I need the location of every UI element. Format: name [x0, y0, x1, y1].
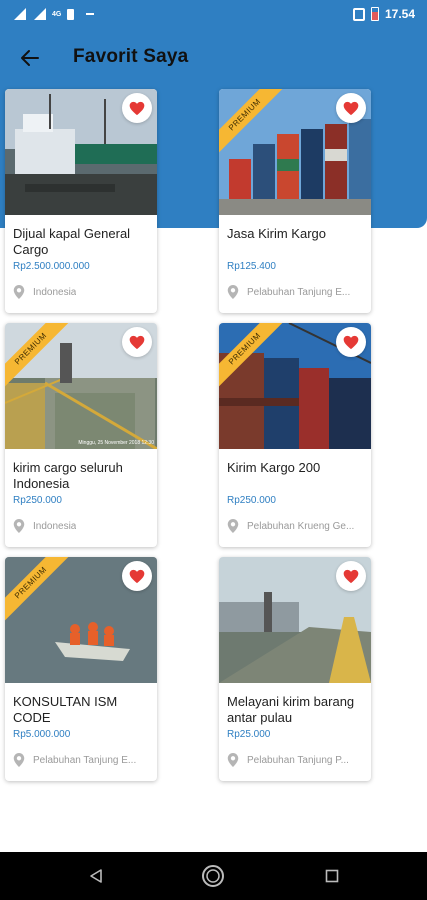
nav-back-icon — [90, 869, 102, 883]
status-right: 17.54 — [352, 7, 415, 21]
listing-price: Rp250.000 — [227, 495, 276, 506]
listing-price: Rp25.000 — [227, 729, 271, 740]
listing-title: Jasa Kirim Kargo — [227, 226, 326, 241]
arrow-left-icon — [21, 50, 39, 66]
status-left: 4G — [12, 8, 95, 20]
signal-icon-2 — [32, 8, 46, 20]
favorite-button[interactable] — [122, 327, 152, 357]
location-pin-icon — [227, 519, 239, 533]
listing-price: Rp250.000 — [13, 495, 62, 506]
listing-photo: PREMIUM — [5, 557, 157, 683]
battery-icon — [370, 7, 379, 21]
location-text: Pelabuhan Krueng Ge... — [247, 520, 355, 532]
listing-card[interactable]: PREMIUM Jasa Kirim Kargo Rp125.400 Pelab… — [219, 89, 371, 313]
system-navigation-bar — [0, 852, 427, 900]
listing-photo: PREMIUM — [219, 323, 371, 449]
listing-card[interactable]: PREMIUM KONSULTAN ISM CODE Rp5.000.000 P… — [5, 557, 157, 781]
listing-location: Pelabuhan Tanjung E... — [13, 753, 153, 767]
nav-recents-icon — [325, 869, 339, 883]
listing-card[interactable]: PREMIUM Minggu, 25 November 2018 12:30 k… — [5, 323, 157, 547]
signal-icon — [12, 8, 26, 20]
vibrate-icon — [352, 7, 365, 21]
status-time: 17.54 — [384, 7, 415, 21]
location-text: Indonesia — [33, 286, 77, 298]
favorite-button[interactable] — [122, 561, 152, 591]
listing-title: Kirim Kargo 200 — [227, 460, 321, 475]
favorite-button[interactable] — [336, 327, 366, 357]
listing-photo — [219, 557, 371, 683]
location-pin-icon — [13, 753, 25, 767]
listing-card[interactable]: PREMIUM Kirim Kargo 200 Rp250.000 Pelabu… — [219, 323, 371, 547]
heart-icon — [129, 569, 145, 583]
minus-icon — [86, 13, 95, 15]
nav-home-icon — [202, 865, 224, 887]
location-text: Pelabuhan Tanjung E... — [33, 754, 137, 766]
app-bar: Favorit Saya — [0, 38, 427, 78]
back-button[interactable] — [16, 44, 44, 72]
favorite-button[interactable] — [336, 93, 366, 123]
photo-timestamp: Minggu, 25 November 2018 12:30 — [78, 440, 154, 446]
listing-card[interactable]: Dijual kapal General Cargo Rp2.500.000.0… — [5, 89, 157, 313]
listing-title: kirim cargo seluruh Indonesia — [13, 460, 123, 491]
listing-price: Rp2.500.000.000 — [13, 261, 90, 272]
favorites-screen: 4G 17.54 Favorit Saya Dijual kapal Gener… — [0, 0, 427, 900]
listing-location: Indonesia — [13, 519, 153, 533]
listing-photo — [5, 89, 157, 215]
nav-recents-button[interactable] — [320, 864, 344, 888]
favorite-button[interactable] — [336, 561, 366, 591]
heart-icon — [343, 569, 359, 583]
listing-location: Pelabuhan Krueng Ge... — [227, 519, 367, 533]
location-text: Pelabuhan Tanjung E... — [247, 286, 351, 298]
small-battery-icon — [67, 8, 75, 20]
heart-icon — [343, 101, 359, 115]
location-text: Pelabuhan Tanjung P... — [247, 754, 349, 766]
listing-card[interactable]: Melayani kirim barang antar pulau Rp25.0… — [219, 557, 371, 781]
listing-title: Melayani kirim barang antar pulau — [227, 694, 355, 725]
nav-back-button[interactable] — [84, 864, 108, 888]
heart-icon — [343, 335, 359, 349]
heart-icon — [129, 101, 145, 115]
location-pin-icon — [13, 285, 25, 299]
network-type: 4G — [52, 10, 62, 18]
listing-photo: PREMIUM — [219, 89, 371, 215]
listing-price: Rp5.000.000 — [13, 729, 71, 740]
page-title: Favorit Saya — [73, 46, 189, 67]
listing-location: Pelabuhan Tanjung P... — [227, 753, 367, 767]
listing-title: Dijual kapal General Cargo — [13, 226, 131, 257]
listing-photo: PREMIUM Minggu, 25 November 2018 12:30 — [5, 323, 157, 449]
favorite-button[interactable] — [122, 93, 152, 123]
status-bar: 4G 17.54 — [0, 0, 427, 30]
listing-title: KONSULTAN ISM CODE — [13, 694, 118, 725]
listing-location: Indonesia — [13, 285, 153, 299]
heart-icon — [129, 335, 145, 349]
location-pin-icon — [13, 519, 25, 533]
location-pin-icon — [227, 753, 239, 767]
nav-home-button[interactable] — [201, 864, 225, 888]
location-text: Indonesia — [33, 520, 77, 532]
listing-price: Rp125.400 — [227, 261, 276, 272]
listing-location: Pelabuhan Tanjung E... — [227, 285, 367, 299]
location-pin-icon — [227, 285, 239, 299]
